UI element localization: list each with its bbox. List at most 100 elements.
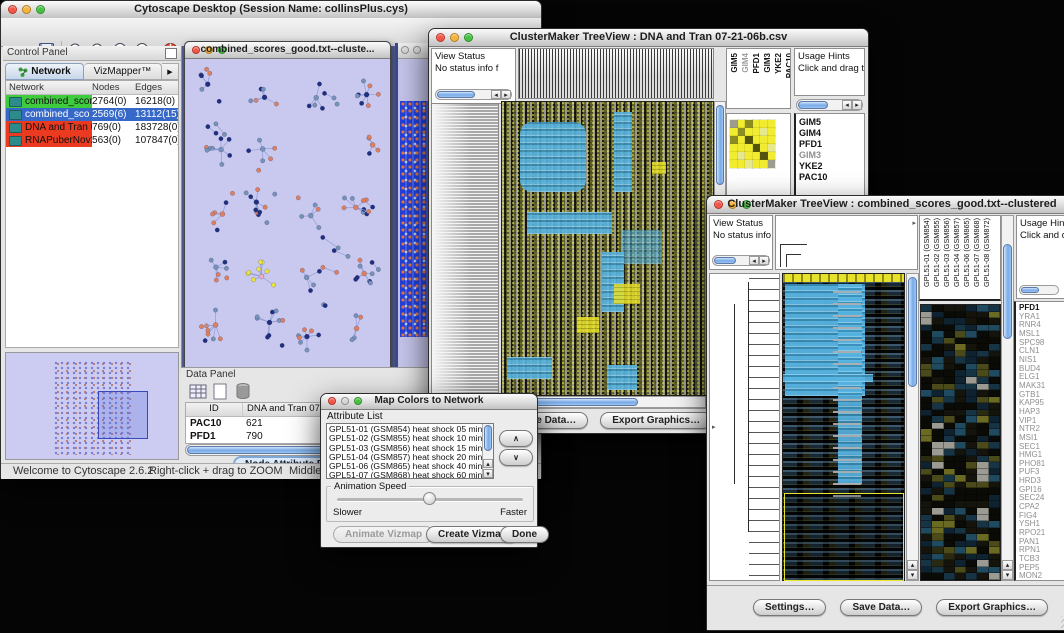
tv2-heatmap[interactable]: [782, 273, 905, 581]
treeview-action-button[interactable]: Export Graphics…: [936, 599, 1048, 616]
attribute-item[interactable]: GPL51-07 (GSM868) heat shock 60 min: [329, 471, 491, 479]
mini-heatmap-cell[interactable]: [730, 144, 738, 152]
network-canvas[interactable]: [185, 58, 388, 366]
col-network[interactable]: Network: [6, 81, 92, 94]
new-attribute-icon[interactable]: [213, 383, 228, 400]
column-label[interactable]: GIM5: [730, 53, 739, 73]
dialog-titlebar[interactable]: Map Colors to Network: [321, 394, 537, 410]
mini-heatmap-cell[interactable]: [738, 152, 746, 160]
col-edges[interactable]: Edges: [135, 81, 178, 94]
tv2-heatmap-vscroll[interactable]: ▴ ▾: [906, 273, 919, 581]
gene-label[interactable]: GIM3: [799, 150, 864, 161]
mini-heatmap-cell[interactable]: [753, 152, 761, 160]
mini-heatmap-cell[interactable]: [745, 160, 753, 168]
tv1-row-dendrogram[interactable]: [431, 103, 499, 396]
mini-heatmap-cell[interactable]: [760, 128, 768, 136]
float-panel-icon[interactable]: [165, 48, 177, 59]
mini-heatmap-cell[interactable]: [730, 152, 738, 160]
tv2-zoom-heatmap[interactable]: [920, 304, 1001, 581]
network-row[interactable]: RNAPuberNov2+ 563(0) 107847(0): [6, 134, 178, 147]
mini-heatmap-cell[interactable]: [738, 136, 746, 144]
mini-heatmap-cell[interactable]: [745, 128, 753, 136]
attribute-list-vscroll[interactable]: ▴ ▾: [482, 424, 493, 478]
mini-heatmap-cell[interactable]: [745, 152, 753, 160]
mini-heatmap-cell[interactable]: [730, 136, 738, 144]
tab-more-button[interactable]: ▶: [162, 63, 179, 80]
animate-vizmap-button[interactable]: Animate Vizmap: [333, 526, 434, 543]
treeview1-titlebar[interactable]: ClusterMaker TreeView : DNA and Tran 07-…: [429, 29, 868, 47]
usage-hints-hscroll[interactable]: [1019, 285, 1059, 295]
birdseye-view[interactable]: [5, 352, 179, 460]
tab-network[interactable]: Network: [5, 63, 84, 80]
treeview-action-button[interactable]: Settings…: [753, 599, 826, 616]
column-label[interactable]: GPL51-04 (GSM857): [952, 218, 961, 287]
birdseye-lens[interactable]: [98, 391, 148, 439]
mini-heatmap-cell[interactable]: [760, 144, 768, 152]
mini-heatmap-cell[interactable]: [730, 128, 738, 136]
tv2-column-dendrogram[interactable]: ▸: [775, 215, 918, 270]
view-status-hscroll[interactable]: ◂ ▸: [435, 89, 512, 100]
column-label[interactable]: GIM4: [741, 53, 750, 73]
column-label[interactable]: GPL51-03 (GSM856): [942, 218, 951, 287]
mini-heatmap-cell[interactable]: [738, 160, 746, 168]
mini-heatmap-cell[interactable]: [738, 120, 746, 128]
mini-heatmap-cell[interactable]: [768, 136, 776, 144]
tv1-usage-hscroll[interactable]: ◂ ▸: [796, 99, 863, 111]
speed-slider-thumb[interactable]: [423, 492, 436, 505]
mini-heatmap-cell[interactable]: [768, 120, 776, 128]
tv1-heatmap[interactable]: [501, 101, 714, 396]
gene-label[interactable]: MON2: [1019, 572, 1064, 581]
mini-heatmap-cell[interactable]: [760, 160, 768, 168]
gene-label[interactable]: PFD1: [799, 139, 864, 150]
column-label[interactable]: GIM3: [763, 53, 772, 73]
table-icon[interactable]: [189, 384, 207, 400]
column-label[interactable]: GPL51-06 (GSM865): [962, 218, 971, 287]
mini-heatmap-cell[interactable]: [745, 136, 753, 144]
col-id[interactable]: ID: [186, 403, 243, 416]
tab-vizmapper[interactable]: VizMapper™: [84, 63, 162, 80]
tv1-column-dendrogram[interactable]: [518, 48, 714, 99]
column-label[interactable]: PAC10: [785, 53, 791, 78]
network-table-header[interactable]: Network Nodes Edges: [6, 81, 178, 95]
mini-heatmap-cell[interactable]: [738, 144, 746, 152]
move-up-button[interactable]: ∧: [499, 430, 533, 447]
mini-heatmap-cell[interactable]: [768, 160, 776, 168]
view-status-hscroll[interactable]: ◂ ▸: [712, 255, 770, 266]
mini-heatmap-cell[interactable]: [745, 144, 753, 152]
mini-heatmap-cell[interactable]: [768, 128, 776, 136]
gene-label[interactable]: GIM4: [799, 128, 864, 139]
column-label[interactable]: GPL51-01 (GSM854): [922, 218, 931, 287]
minimize-icon[interactable]: [413, 46, 421, 54]
mini-heatmap-cell[interactable]: [753, 144, 761, 152]
tv2-row-dendrogram[interactable]: ▸: [709, 273, 780, 581]
network-row[interactable]: combined_sco 2569(6) 13112(15): [6, 108, 178, 121]
mini-heatmap-cell[interactable]: [745, 120, 753, 128]
mini-heatmap-cell[interactable]: [768, 152, 776, 160]
column-label[interactable]: GPL51-08 (GSM872): [982, 218, 991, 287]
mini-heatmap-cell[interactable]: [753, 160, 761, 168]
mini-heatmap-cell[interactable]: [753, 128, 761, 136]
tv2-zoom-vscroll[interactable]: ▴ ▾: [1001, 215, 1014, 581]
main-titlebar[interactable]: Cytoscape Desktop (Session Name: collins…: [1, 1, 541, 19]
network-row[interactable]: combined_scores 2764(0) 16218(0): [6, 95, 178, 108]
mini-heatmap-cell[interactable]: [760, 120, 768, 128]
close-icon[interactable]: [401, 46, 409, 54]
column-label[interactable]: GPL51-02 (GSM855): [932, 218, 941, 287]
treeview2-titlebar[interactable]: ClusterMaker TreeView : combined_scores_…: [707, 196, 1064, 214]
heatmap-selection-rect[interactable]: [784, 493, 904, 581]
gene-label[interactable]: GIM5: [799, 117, 864, 128]
delete-attribute-icon[interactable]: [235, 382, 251, 400]
mini-heatmap-cell[interactable]: [730, 160, 738, 168]
done-button[interactable]: Done: [500, 526, 549, 543]
column-label[interactable]: YKE2: [774, 53, 783, 74]
gene-label[interactable]: YKE2: [799, 161, 864, 172]
column-label[interactable]: GPL51-07 (GSM868): [972, 218, 981, 287]
move-down-button[interactable]: ∨: [499, 449, 533, 466]
mini-heatmap-cell[interactable]: [760, 152, 768, 160]
mini-heatmap-cell[interactable]: [760, 136, 768, 144]
mini-heatmap-cell[interactable]: [730, 120, 738, 128]
treeview-action-button[interactable]: Export Graphics…: [600, 412, 712, 429]
mini-heatmap-cell[interactable]: [738, 128, 746, 136]
gene-label[interactable]: PAC10: [799, 172, 864, 183]
treeview-action-button[interactable]: Save Data…: [840, 599, 922, 616]
